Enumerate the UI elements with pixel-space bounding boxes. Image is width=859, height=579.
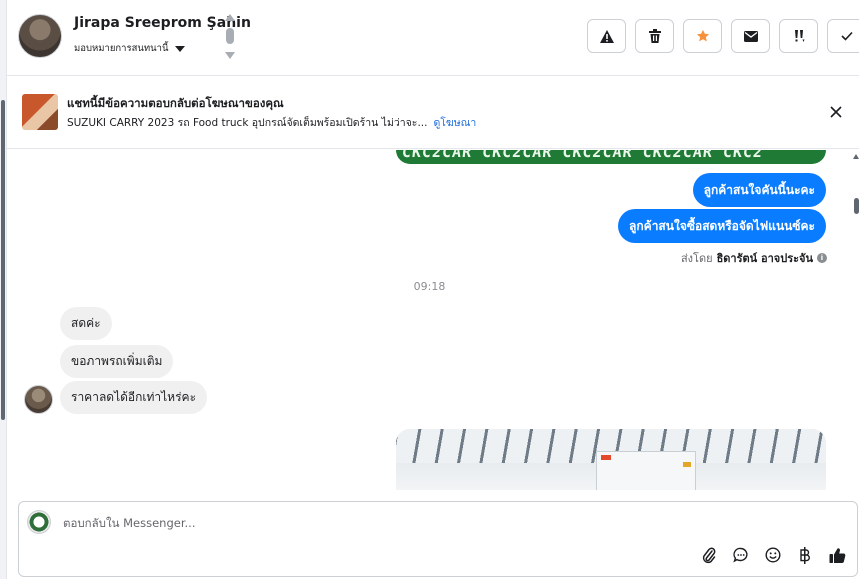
sent-by-prefix: ส่งโดย bbox=[680, 252, 713, 265]
conversation-header: Jirapa Sreeprom Şahin มอบหมายการสนทนานี้ bbox=[7, 0, 859, 76]
incoming-message[interactable]: ราคาลดได้อีกเท่าไหร่คะ bbox=[60, 381, 208, 414]
delete-button[interactable] bbox=[635, 19, 674, 53]
attachment-button[interactable] bbox=[699, 545, 719, 565]
next-arrow-icon[interactable] bbox=[225, 52, 235, 59]
reply-composer[interactable]: ตอบกลับใน Messenger... bbox=[18, 501, 858, 577]
view-ad-link[interactable]: ดูโฆษณา bbox=[433, 114, 476, 131]
previous-arrow-icon[interactable] bbox=[225, 14, 235, 21]
left-scrollbar[interactable] bbox=[0, 0, 7, 579]
header-actions bbox=[587, 19, 859, 53]
inbox-conversation-page: Jirapa Sreeprom Şahin มอบหมายการสนทนานี้ bbox=[0, 0, 859, 579]
exclamation-icon bbox=[794, 30, 804, 42]
incoming-message[interactable]: ขอภาพรถเพิ่มเติม bbox=[60, 345, 174, 378]
follow-up-button[interactable] bbox=[779, 19, 818, 53]
left-scrollbar-thumb[interactable] bbox=[1, 100, 5, 420]
mark-unread-button[interactable] bbox=[731, 19, 770, 53]
scroll-up-icon[interactable] bbox=[853, 154, 859, 159]
baht-icon bbox=[800, 546, 810, 564]
emoji-icon bbox=[765, 547, 781, 563]
assign-label: มอบหมายการสนทนานี้ bbox=[74, 43, 169, 54]
contact-avatar-small[interactable] bbox=[24, 385, 53, 414]
spam-button[interactable] bbox=[587, 19, 626, 53]
warning-icon bbox=[599, 29, 614, 43]
ad-reply-banner: แชทนี้มีข้อความตอบกลับต่อโฆษณาของคุณ SUZ… bbox=[7, 77, 859, 149]
envelope-icon bbox=[743, 30, 758, 42]
nav-handle[interactable] bbox=[226, 28, 234, 44]
photo-detail bbox=[683, 462, 691, 467]
outgoing-message[interactable]: ลูกค้าสนใจซื้อสดหรือจัดไฟแนนซ์คะ bbox=[618, 209, 826, 243]
composer-tools bbox=[699, 545, 847, 565]
sender-name: ธิดารัตน์ อาจประจัน bbox=[716, 252, 813, 265]
trash-icon bbox=[648, 29, 661, 43]
ad-text: SUZUKI CARRY 2023 รถ Food truck อุปกรณ์จ… bbox=[67, 117, 428, 129]
star-icon bbox=[696, 29, 709, 42]
shared-media-image[interactable]: CKC2CAR CKC2CAR CKC2CAR CKC2CAR CKC2 bbox=[396, 150, 826, 164]
media-watermark: CKC2CAR CKC2CAR CKC2CAR CKC2CAR CKC2 bbox=[401, 150, 765, 161]
sent-by-label: ส่งโดย ธิดารัตน์ อาจประจัน i bbox=[681, 249, 827, 267]
shared-photo[interactable] bbox=[396, 429, 826, 490]
thumbs-up-icon bbox=[829, 547, 845, 563]
photo-truck bbox=[596, 451, 696, 490]
chat-scrollbar-thumb[interactable] bbox=[854, 198, 859, 214]
done-button[interactable] bbox=[827, 19, 859, 53]
quick-reply-icon bbox=[733, 547, 748, 563]
conversation-nav[interactable] bbox=[225, 14, 235, 60]
chat-scrollbar[interactable] bbox=[852, 150, 859, 490]
photo-detail bbox=[601, 455, 611, 460]
ad-banner-subtitle: SUZUKI CARRY 2023 รถ Food truck อุปกรณ์จ… bbox=[67, 114, 476, 131]
message-thread: CKC2CAR CKC2CAR CKC2CAR CKC2CAR CKC2 ลูก… bbox=[7, 150, 852, 490]
ad-thumbnail[interactable] bbox=[22, 94, 58, 130]
like-button[interactable] bbox=[827, 545, 847, 565]
check-icon bbox=[840, 31, 853, 41]
page-avatar bbox=[27, 510, 51, 534]
ad-banner-title: แชทนี้มีข้อความตอบกลับต่อโฆษณาของคุณ bbox=[67, 96, 284, 110]
reply-input[interactable]: ตอบกลับใน Messenger... bbox=[63, 515, 195, 533]
attachment-icon bbox=[702, 547, 716, 563]
caret-down-icon bbox=[174, 45, 185, 52]
outgoing-message[interactable]: ลูกค้าสนใจคันนี้นะคะ bbox=[692, 173, 826, 207]
contact-avatar[interactable] bbox=[18, 14, 62, 58]
star-button[interactable] bbox=[683, 19, 722, 53]
incoming-message[interactable]: สดค่ะ bbox=[60, 307, 112, 340]
assign-conversation-dropdown[interactable]: มอบหมายการสนทนานี้ bbox=[74, 41, 185, 56]
emoji-button[interactable] bbox=[763, 545, 783, 565]
payment-button[interactable] bbox=[795, 545, 815, 565]
close-icon[interactable] bbox=[827, 103, 845, 121]
quick-reply-button[interactable] bbox=[731, 545, 751, 565]
info-icon[interactable]: i bbox=[817, 253, 827, 263]
message-timestamp: 09:18 bbox=[413, 280, 446, 293]
